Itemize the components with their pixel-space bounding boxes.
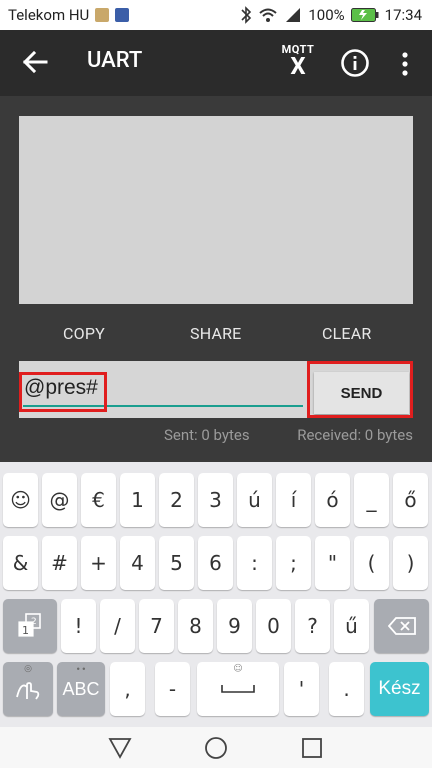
key-0[interactable]: 0 [256, 599, 291, 653]
back-triangle-icon[interactable] [107, 735, 133, 761]
status-bar: Telekom HU 100% 17:34 [0, 0, 432, 30]
key-6[interactable]: 6 [198, 536, 233, 590]
space-key[interactable]: ☺ [197, 662, 279, 716]
key-o-double-acute[interactable]: ő [393, 473, 428, 527]
key-dash[interactable]: - [155, 662, 190, 716]
key-ampersand[interactable]: & [3, 536, 38, 590]
byte-counters: Sent: 0 bytes Received: 0 bytes [19, 426, 413, 446]
mqtt-button[interactable]: MQTT X [278, 44, 318, 82]
key-open-paren[interactable]: ( [354, 536, 389, 590]
key-1[interactable]: 1 [120, 473, 155, 527]
battery-percent: 100% [308, 6, 345, 24]
log-actions: COPY SHARE CLEAR [19, 318, 413, 348]
key-period[interactable]: . [329, 662, 364, 716]
svg-text:1: 1 [22, 624, 29, 637]
key-9[interactable]: 9 [217, 599, 252, 653]
send-row: SEND [19, 361, 413, 418]
key-o-acute[interactable]: ó [315, 473, 350, 527]
done-key[interactable]: Kész [370, 662, 429, 716]
abc-label: ABC [62, 678, 100, 699]
gesture-icon [16, 682, 40, 700]
key-hash[interactable]: # [42, 536, 77, 590]
copy-button[interactable]: COPY [63, 324, 105, 343]
key-comma[interactable]: , [110, 662, 145, 716]
key-close-paren[interactable]: ) [393, 536, 428, 590]
back-arrow-icon[interactable] [20, 47, 50, 77]
key-5[interactable]: 5 [159, 536, 194, 590]
carrier-name: Telekom HU [8, 6, 90, 24]
key-slash[interactable]: / [100, 599, 135, 653]
emoji-hint: ☺ [233, 664, 243, 674]
gesture-typing-key[interactable]: ◎ [3, 662, 53, 716]
space-bar-icon [221, 685, 255, 693]
app-bar: UART MQTT X [0, 30, 432, 96]
key-semicolon[interactable]: ; [276, 536, 311, 590]
key-apostrophe[interactable]: ' [284, 662, 319, 716]
symbol-page-icon: 12 [18, 613, 41, 637]
key-u-acute[interactable]: ú [237, 473, 272, 527]
key-quote[interactable]: " [315, 536, 350, 590]
uart-log-area[interactable] [19, 116, 413, 304]
recents-square-icon[interactable] [299, 735, 325, 761]
system-nav-bar [0, 727, 432, 768]
clear-button[interactable]: CLEAR [322, 324, 371, 343]
bluetooth-icon [241, 6, 252, 24]
received-bytes: Received: 0 bytes [297, 426, 413, 444]
symbol-page-key[interactable]: 12 [3, 599, 57, 653]
signal-icon [286, 8, 301, 22]
settings-hint-icon: ◎ [24, 664, 32, 674]
info-icon[interactable] [340, 48, 370, 78]
backspace-icon [387, 617, 416, 635]
backspace-key[interactable] [374, 599, 429, 653]
usb-icon [115, 8, 130, 22]
key-3[interactable]: 3 [198, 473, 233, 527]
page-title: UART [87, 48, 143, 73]
key-plus[interactable]: + [81, 536, 116, 590]
key-at[interactable]: @ [42, 473, 77, 527]
more-vert-icon[interactable] [396, 50, 414, 78]
key-question[interactable]: ? [295, 599, 330, 653]
soft-keyboard: ☺ @ € 1 2 3 ú í ó _ ő & # + 4 5 6 : ; " … [0, 462, 432, 727]
key-7[interactable]: 7 [139, 599, 174, 653]
battery-icon [350, 8, 379, 22]
key-exclamation[interactable]: ! [61, 599, 96, 653]
wifi-icon [259, 8, 278, 22]
uart-content: COPY SHARE CLEAR SEND Sent: 0 bytes Rece… [0, 96, 432, 462]
key-colon[interactable]: : [237, 536, 272, 590]
key-emoji[interactable]: ☺ [3, 473, 38, 527]
sent-bytes: Sent: 0 bytes [164, 426, 250, 444]
key-2[interactable]: 2 [159, 473, 194, 527]
key-8[interactable]: 8 [178, 599, 213, 653]
input-highlight-box [19, 372, 107, 412]
share-button[interactable]: SHARE [190, 324, 241, 343]
svg-text:2: 2 [31, 617, 37, 627]
clock: 17:34 [384, 6, 422, 24]
key-u-double-acute[interactable]: ű [334, 599, 369, 653]
notification-icon [95, 8, 110, 22]
abc-key[interactable]: • • ABC [57, 662, 105, 716]
key-euro[interactable]: € [81, 473, 116, 527]
mqtt-x-label: X [290, 52, 306, 80]
home-circle-icon[interactable] [203, 735, 229, 761]
send-highlight-box [307, 361, 413, 418]
key-4[interactable]: 4 [120, 536, 155, 590]
more-dots-hint: • • [76, 664, 86, 674]
key-i-acute[interactable]: í [276, 473, 311, 527]
key-underscore[interactable]: _ [354, 473, 389, 527]
